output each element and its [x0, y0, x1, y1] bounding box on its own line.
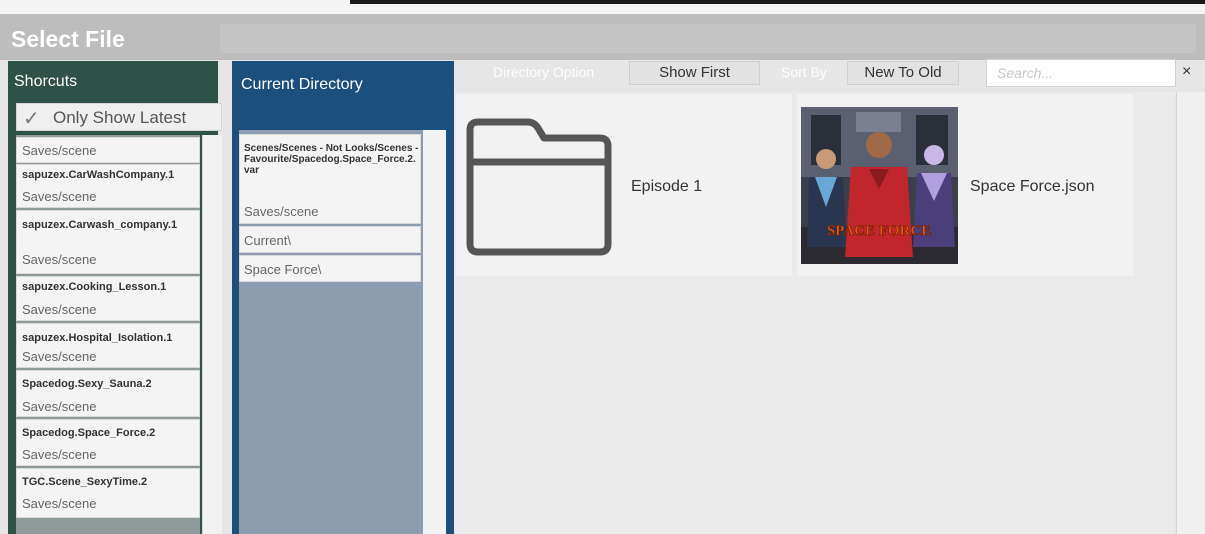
shortcut-name: sapuzex.Hospital_Isolation.1 — [22, 332, 173, 344]
sort-by-dropdown[interactable]: New To Old — [847, 61, 959, 85]
shortcut-name: sapuzex.CarWashCompany.1 — [22, 169, 175, 181]
shortcut-path: Saves/scene — [22, 252, 97, 267]
shortcut-item[interactable]: Saves/scene — [16, 137, 200, 163]
directory-item[interactable]: Space Force\ — [239, 255, 421, 282]
current-directory-header: Current Directory — [241, 76, 363, 93]
title-path-field — [220, 24, 1196, 53]
only-show-latest-toggle[interactable]: ✓ Only Show Latest — [16, 103, 222, 131]
shortcut-item[interactable]: sapuzex.Cooking_Lesson.1 Saves/scene — [16, 276, 200, 321]
directory-option-label: Directory Option — [493, 64, 595, 80]
shortcut-name: Spacedog.Sexy_Sauna.2 — [22, 378, 152, 390]
shortcut-scrollbar[interactable] — [202, 135, 222, 534]
checkmark-icon: ✓ — [23, 108, 40, 130]
folder-name: Episode 1 — [631, 178, 703, 195]
directory-option-dropdown[interactable]: Show First — [629, 61, 760, 85]
file-name: Space Force.json — [970, 178, 1095, 195]
shortcut-path: Saves/scene — [22, 349, 97, 364]
shortcut-path: Saves/scene — [22, 143, 97, 158]
folder-icon — [466, 118, 612, 256]
shortcut-path: Saves/scene — [22, 496, 97, 511]
directory-item[interactable]: Current\ — [239, 226, 421, 253]
directory-item-path: Current\ — [244, 233, 291, 248]
shortcut-name: sapuzex.Carwash_company.1 — [22, 219, 178, 231]
shortcut-name: Spacedog.Space_Force.2 — [22, 427, 156, 439]
top-strip — [0, 0, 350, 14]
shortcut-path: Saves/scene — [22, 447, 97, 462]
shortcut-item[interactable]: TGC.Scene_SexyTime.2 Saves/scene — [16, 468, 200, 518]
shortcut-path: Saves/scene — [22, 302, 97, 317]
current-directory-scrollbar[interactable] — [423, 130, 446, 534]
directory-item-name: Scenes/Scenes - Not Looks/Scenes - Favou… — [244, 143, 419, 176]
close-icon[interactable]: × — [1182, 63, 1191, 81]
only-show-latest-label: Only Show Latest — [53, 108, 187, 127]
directory-item[interactable]: Scenes/Scenes - Not Looks/Scenes - Favou… — [239, 134, 421, 224]
shortcut-item[interactable]: Spacedog.Sexy_Sauna.2 Saves/scene — [16, 370, 200, 417]
shortcut-item[interactable]: sapuzex.Hospital_Isolation.1 Saves/scene — [16, 323, 200, 368]
shortcut-name: TGC.Scene_SexyTime.2 — [22, 476, 148, 488]
shortcut-path: Saves/scene — [22, 189, 97, 204]
shortcuts-header: Shorcuts — [14, 73, 78, 90]
search-input[interactable] — [986, 59, 1176, 87]
file-thumbnail: SPACE FORCE — [801, 107, 958, 264]
dialog-title: Select File — [11, 26, 125, 52]
shortcut-path: Saves/scene — [22, 399, 97, 414]
sort-by-label: Sort By — [781, 64, 827, 80]
shortcut-item[interactable]: sapuzex.CarWashCompany.1 Saves/scene — [16, 164, 200, 208]
shortcut-item[interactable]: sapuzex.Carwash_company.1 Saves/scene — [16, 210, 200, 274]
file-grid-scrollbar[interactable] — [1176, 92, 1205, 534]
shortcut-name: sapuzex.Cooking_Lesson.1 — [22, 281, 167, 293]
shortcut-item[interactable]: Spacedog.Space_Force.2 Saves/scene — [16, 419, 200, 466]
top-strip-dark — [350, 0, 1205, 14]
directory-item-path: Saves/scene — [244, 204, 319, 219]
thumbnail-title: SPACE FORCE — [827, 223, 931, 239]
directory-item-path: Space Force\ — [244, 262, 322, 277]
